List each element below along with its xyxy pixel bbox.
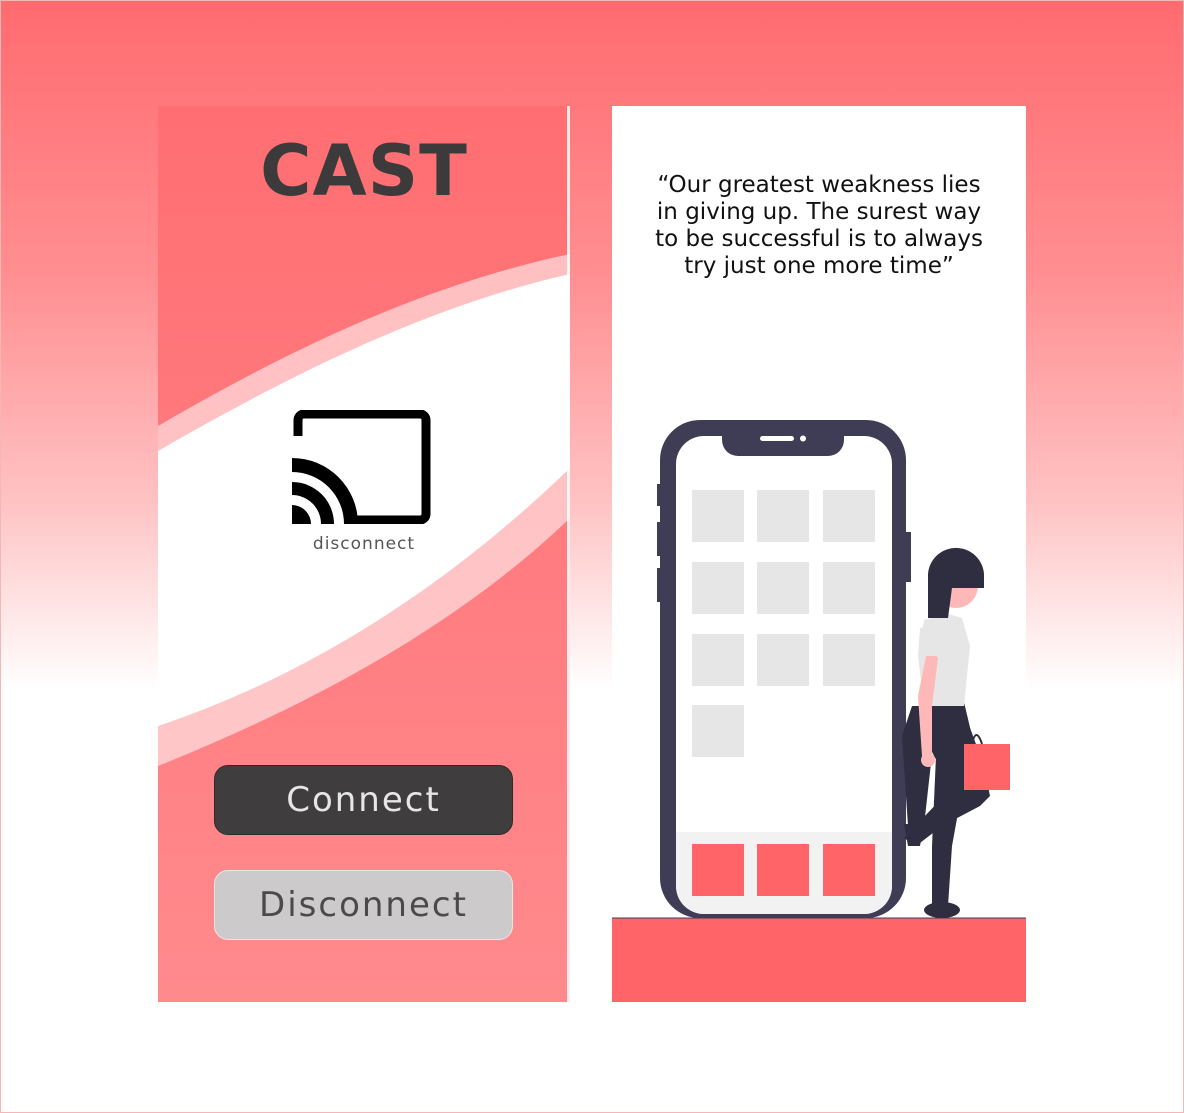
floor-block bbox=[612, 918, 1026, 1002]
cast-status-caption: disconnect bbox=[312, 534, 416, 554]
cast-panel: CAST disconnect Connect Disconnect bbox=[158, 106, 570, 1002]
person-with-phone-illustration bbox=[612, 420, 1026, 1002]
cast-icon[interactable] bbox=[292, 410, 432, 524]
app-title: CAST bbox=[260, 130, 468, 212]
motivational-quote: “Our greatest weakness lies in giving up… bbox=[655, 172, 983, 279]
dock-tiles bbox=[692, 844, 875, 896]
disconnect-button[interactable]: Disconnect bbox=[214, 870, 513, 940]
connect-button[interactable]: Connect bbox=[214, 765, 513, 835]
panel-divider bbox=[567, 106, 570, 1002]
background-swoosh bbox=[158, 254, 570, 766]
person bbox=[902, 547, 1010, 918]
quote-panel: “Our greatest weakness lies in giving up… bbox=[612, 106, 1026, 1002]
